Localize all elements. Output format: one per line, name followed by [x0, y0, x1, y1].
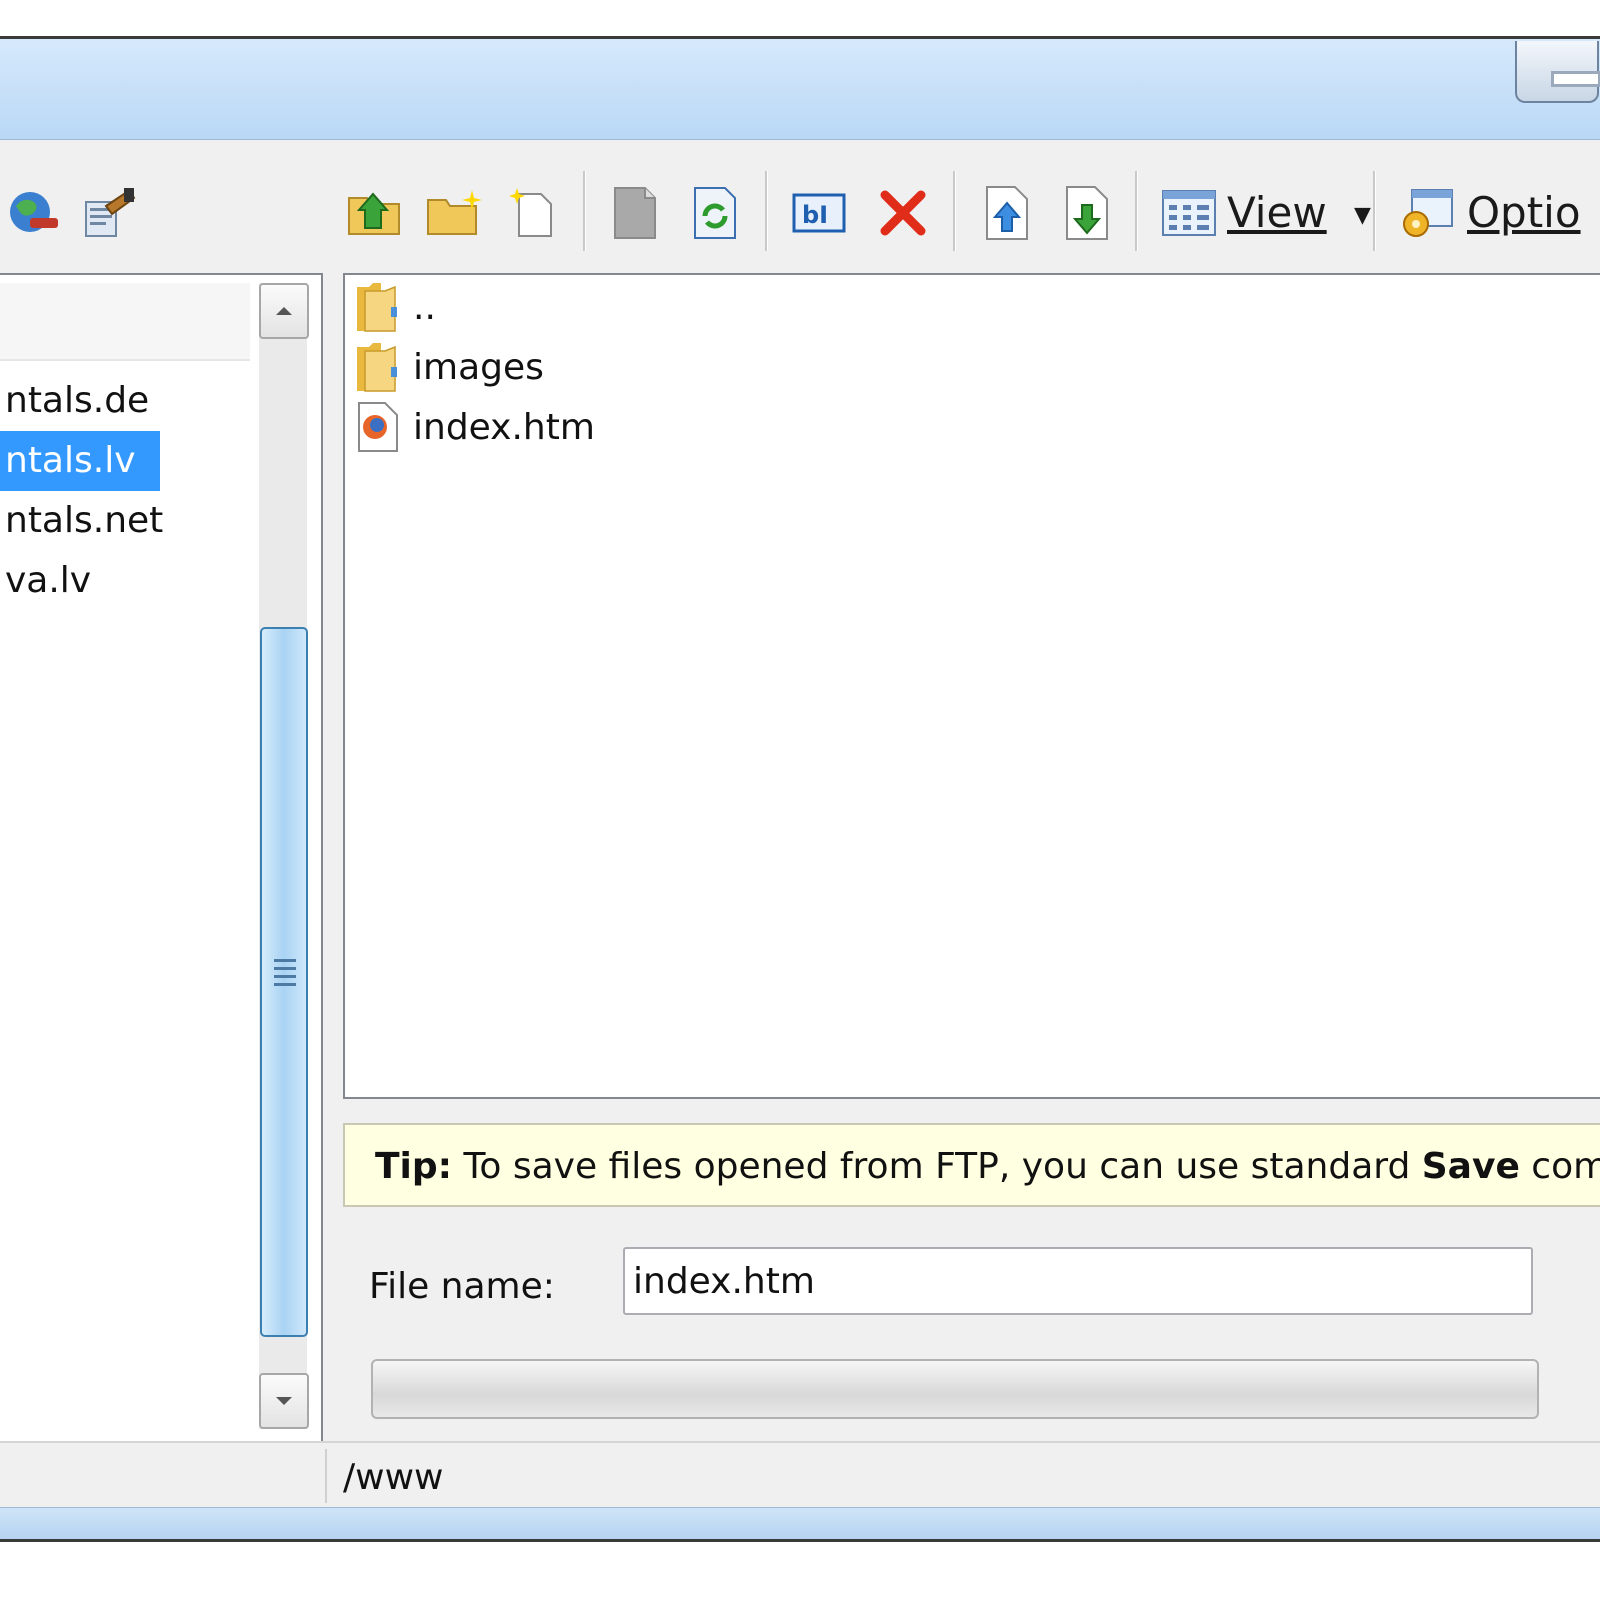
refresh-button[interactable] — [685, 183, 745, 243]
ftp-dialog-window: bI View ▼ Optio ntals.de ntals.lv ntals.… — [0, 36, 1600, 1542]
view-menu-icon-holder[interactable] — [1159, 183, 1219, 243]
folder-icon — [357, 283, 397, 332]
download-icon — [1066, 186, 1108, 240]
window-bottom-frame — [0, 1507, 1600, 1539]
delete-icon — [880, 190, 926, 236]
site-manager-icon — [85, 188, 136, 237]
rename-button[interactable]: bI — [789, 183, 849, 243]
upload-icon — [986, 186, 1028, 240]
tree-item-selected[interactable]: ntals.lv — [0, 431, 160, 491]
grip-icon — [274, 959, 296, 989]
status-separator — [325, 1449, 327, 1503]
new-file-icon — [509, 188, 552, 237]
progress-bar — [371, 1359, 1539, 1419]
svg-text:bI: bI — [802, 201, 828, 229]
tree-item-label: ntals.de — [5, 380, 150, 421]
vertical-scrollbar[interactable] — [259, 283, 309, 1429]
list-item[interactable]: index.htm — [355, 399, 595, 455]
tree-item[interactable]: ntals.de — [0, 371, 173, 431]
options-label: Optio — [1467, 188, 1581, 237]
list-item[interactable]: .. — [355, 279, 436, 335]
firefox-html-file-icon — [358, 402, 398, 452]
parent-folder-button[interactable] — [345, 183, 405, 243]
file-name: index.htm — [413, 406, 595, 448]
site-tree-pane[interactable]: ntals.de ntals.lv ntals.net va.lv — [0, 273, 323, 1465]
status-bar: /www — [0, 1441, 1600, 1507]
toolbar-separator — [1373, 171, 1376, 251]
new-folder-button[interactable] — [425, 183, 485, 243]
view-label: View — [1227, 188, 1327, 237]
new-folder-icon — [427, 190, 482, 235]
file-name: .. — [413, 286, 436, 328]
toolbar-separator — [765, 171, 768, 251]
chevron-down-icon: ▼ — [1354, 202, 1371, 228]
delete-button[interactable] — [873, 183, 933, 243]
arrow-down-icon — [276, 1397, 292, 1405]
download-button[interactable] — [1057, 183, 1117, 243]
tree-item-label: ntals.lv — [5, 440, 136, 481]
tip-text-end: comma — [1531, 1146, 1600, 1187]
title-bar — [0, 39, 1600, 140]
view-details-icon — [1162, 190, 1216, 236]
tree-header — [0, 283, 250, 361]
tree-item-label: va.lv — [5, 560, 92, 601]
current-path: /www — [343, 1457, 444, 1498]
tree-item[interactable]: ntals.net — [0, 491, 187, 551]
options-button[interactable]: Optio — [1467, 183, 1581, 243]
toolbar: bI View ▼ Optio — [0, 143, 1600, 271]
arrow-up-icon — [276, 307, 292, 315]
minimize-button[interactable] — [1515, 41, 1600, 103]
refresh-icon — [694, 187, 736, 239]
toolbar-separator — [953, 171, 956, 251]
tree-item-label: ntals.net — [5, 500, 164, 541]
list-item[interactable]: images — [355, 339, 544, 395]
file-list[interactable]: .. images index.htm — [343, 273, 1600, 1099]
globe-icon — [10, 192, 58, 232]
scrollbar-thumb[interactable] — [260, 627, 308, 1337]
file-name-field[interactable] — [623, 1247, 1533, 1315]
tree-item[interactable]: va.lv — [0, 551, 115, 611]
folder-up-icon — [348, 192, 400, 235]
blank-document-icon — [614, 187, 656, 239]
toolbar-separator — [583, 171, 586, 251]
connect-globe-button[interactable] — [3, 183, 63, 243]
scroll-down-button[interactable] — [259, 1373, 309, 1429]
scroll-up-button[interactable] — [259, 283, 309, 339]
tip-label: Tip: — [375, 1146, 453, 1187]
tip-text: To save files opened from FTP, you can u… — [452, 1146, 1422, 1187]
new-file-button[interactable] — [503, 183, 563, 243]
file-name-label-text: File name: — [369, 1266, 555, 1307]
tip-bold-word: Save — [1421, 1146, 1520, 1187]
options-icon-holder[interactable] — [1397, 183, 1457, 243]
folder-icon — [357, 343, 397, 392]
properties-button[interactable] — [605, 183, 665, 243]
site-manager-button[interactable] — [79, 183, 139, 243]
file-name-label: File name: — [369, 1249, 555, 1325]
minimize-icon — [1551, 71, 1600, 87]
options-gear-icon — [1403, 189, 1453, 237]
tip-banner: Tip: To save files opened from FTP, you … — [343, 1123, 1600, 1207]
toolbar-separator — [1135, 171, 1138, 251]
file-name: images — [413, 346, 544, 388]
upload-button[interactable] — [977, 183, 1037, 243]
rename-icon: bI — [792, 193, 846, 233]
view-menu-button[interactable]: View ▼ — [1227, 183, 1371, 243]
